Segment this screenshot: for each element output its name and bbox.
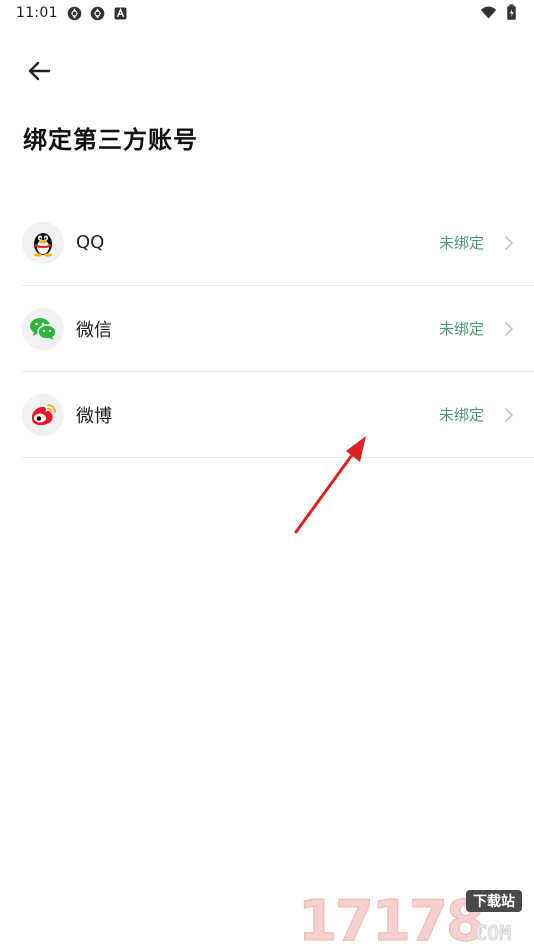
status-bar: 11:01 bbox=[0, 0, 534, 28]
account-name: 微博 bbox=[76, 405, 112, 427]
svg-text:下载站: 下载站 bbox=[473, 893, 515, 910]
qq-avatar bbox=[22, 221, 64, 264]
status-time: 11:01 bbox=[16, 5, 58, 21]
bind-status: 未绑定 bbox=[438, 320, 484, 338]
battery-icon bbox=[507, 4, 516, 20]
account-row-qq[interactable]: QQ 未绑定 bbox=[22, 200, 534, 286]
bind-status: 未绑定 bbox=[438, 406, 484, 424]
account-row-weibo[interactable]: 微博 未绑定 bbox=[22, 372, 534, 458]
back-button[interactable] bbox=[22, 54, 56, 88]
sync-icon bbox=[67, 6, 82, 21]
wechat-icon bbox=[30, 317, 57, 340]
chevron-right-icon bbox=[505, 235, 513, 250]
arrow-left-icon bbox=[28, 61, 51, 81]
account-name: 微信 bbox=[76, 319, 112, 341]
a-icon bbox=[114, 7, 127, 20]
page-title: 绑定第三方账号 bbox=[23, 126, 198, 154]
chevron-right-icon bbox=[505, 321, 513, 336]
weibo-avatar bbox=[22, 393, 64, 436]
weibo-icon bbox=[32, 403, 56, 425]
wifi-icon bbox=[480, 6, 497, 19]
svg-text:17178: 17178 bbox=[298, 889, 483, 948]
status-system-icons bbox=[480, 4, 520, 21]
account-list: QQ 未绑定 微信 未绑定 微博 未绑定 bbox=[22, 200, 534, 458]
status-notification-icons bbox=[66, 5, 129, 22]
wechat-avatar bbox=[22, 307, 64, 350]
chevron-right-icon bbox=[505, 407, 513, 422]
svg-text:.COM: .COM bbox=[463, 921, 511, 945]
sync-icon bbox=[90, 6, 105, 21]
account-row-wechat[interactable]: 微信 未绑定 bbox=[22, 286, 534, 372]
bind-status: 未绑定 bbox=[438, 234, 484, 252]
site-watermark-logo: 17178 下载站 .COM bbox=[298, 889, 522, 948]
qq-penguin-icon bbox=[34, 232, 52, 257]
account-name: QQ bbox=[76, 232, 105, 253]
